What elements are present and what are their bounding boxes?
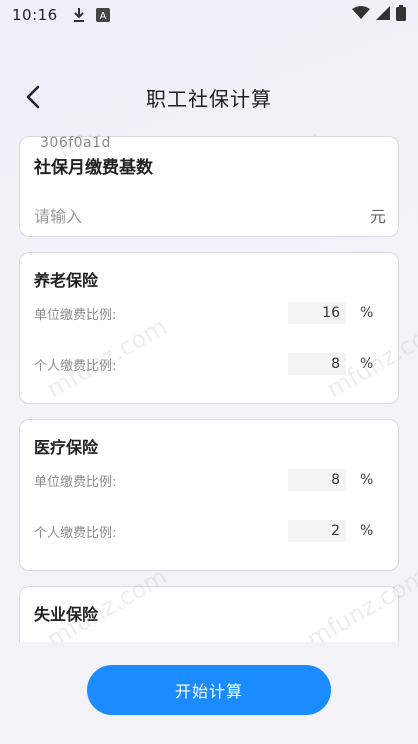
unemployment-card: 失业保险: [19, 586, 399, 642]
status-time: 10:16: [12, 6, 58, 24]
medical-card: 医疗保险 单位缴费比例: 8 % 个人缴费比例: 2 %: [19, 419, 399, 571]
wifi-icon: [352, 6, 370, 24]
medical-personal-row: 个人缴费比例: 2 %: [34, 519, 386, 543]
employer-rate-label: 单位缴费比例:: [34, 474, 117, 490]
medical-heading: 医疗保险: [34, 438, 99, 457]
base-amount-input[interactable]: 请输入: [34, 203, 82, 227]
app-notification-icon: A: [95, 8, 110, 22]
download-icon: [72, 7, 86, 23]
percent-unit: %: [360, 472, 374, 488]
pension-employer-row: 单位缴费比例: 16 %: [34, 301, 386, 325]
id-tag: 306f0a1d: [40, 135, 111, 151]
page-title: 职工社保计算: [146, 86, 272, 111]
signal-icon: [376, 6, 390, 24]
pension-card: 养老保险 单位缴费比例: 16 % 个人缴费比例: 8 %: [19, 252, 399, 404]
form-scroll-area[interactable]: 306f0a1d 社保月缴费基数 请输入 元 养老保险 单位缴费比例: 16 %…: [0, 134, 418, 642]
base-amount-card: 306f0a1d 社保月缴费基数 请输入 元: [19, 135, 399, 237]
back-button[interactable]: [18, 82, 48, 112]
medical-personal-rate-input[interactable]: 2: [288, 520, 346, 542]
pension-personal-row: 个人缴费比例: 8 %: [34, 352, 386, 376]
personal-rate-label: 个人缴费比例:: [34, 525, 117, 541]
base-amount-unit: 元: [369, 207, 386, 226]
svg-text:A: A: [99, 11, 106, 22]
status-bar: 10:16 A: [0, 0, 418, 30]
pension-heading: 养老保险: [34, 271, 99, 290]
percent-unit: %: [360, 523, 374, 539]
pension-personal-rate-input[interactable]: 8: [288, 353, 346, 375]
start-calculate-button[interactable]: 开始计算: [87, 665, 331, 715]
personal-rate-label: 个人缴费比例:: [34, 358, 117, 374]
pension-employer-rate-input[interactable]: 16: [288, 302, 346, 324]
unemployment-heading: 失业保险: [34, 605, 99, 624]
chevron-left-icon: [26, 85, 40, 109]
bottom-action-bar: 开始计算: [0, 642, 418, 744]
employer-rate-label: 单位缴费比例:: [34, 307, 117, 323]
base-amount-heading: 社保月缴费基数: [34, 158, 153, 178]
medical-employer-row: 单位缴费比例: 8 %: [34, 468, 386, 492]
percent-unit: %: [360, 356, 374, 372]
percent-unit: %: [360, 305, 374, 321]
medical-employer-rate-input[interactable]: 8: [288, 469, 346, 491]
battery-icon: [396, 5, 406, 25]
nav-bar: 职工社保计算: [0, 70, 418, 124]
